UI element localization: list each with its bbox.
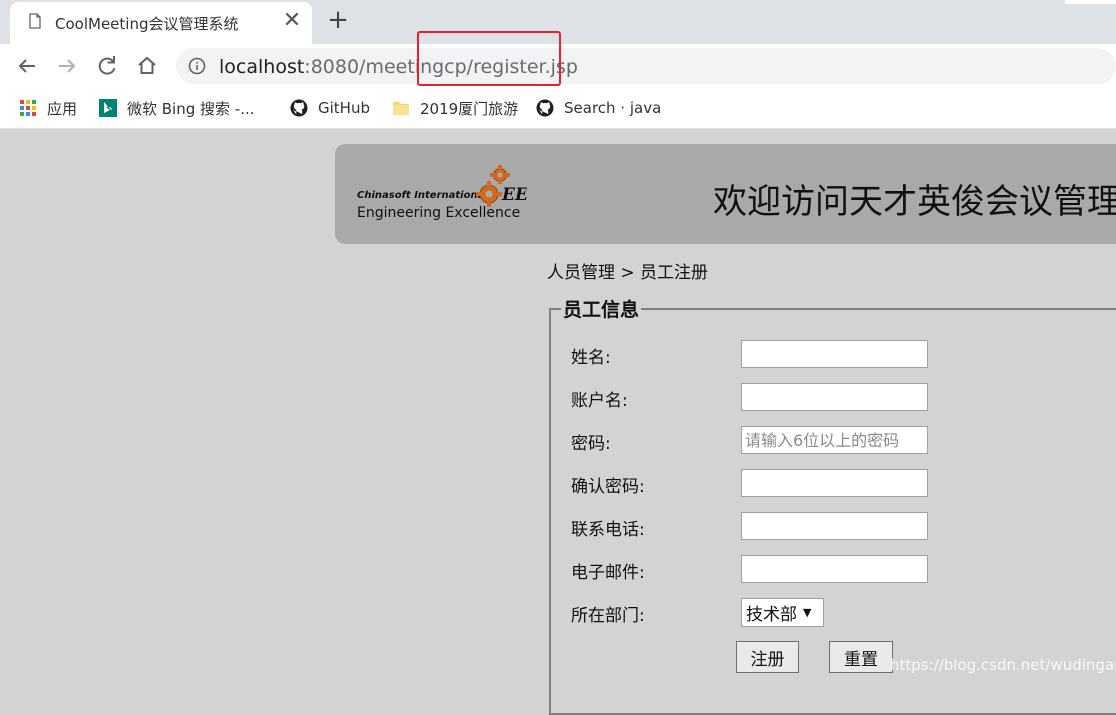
dropdown-arrow-icon: ▼ xyxy=(803,606,812,619)
info-icon[interactable] xyxy=(188,57,206,75)
bookmark-bing[interactable]: 微软 Bing 搜索 -... xyxy=(99,98,255,118)
apps-grid-icon xyxy=(20,100,36,116)
watermark-text: https://blog.csdn.net/wudingan xyxy=(890,656,1116,674)
breadcrumb: 人员管理 > 员工注册 xyxy=(547,263,709,283)
reload-icon[interactable] xyxy=(93,52,121,80)
bookmark-apps[interactable]: 应用 xyxy=(19,98,77,118)
name-label: 姓名: xyxy=(571,348,611,368)
logo-mark: EE xyxy=(501,185,527,205)
confirm-password-input[interactable] xyxy=(741,469,928,497)
github-icon xyxy=(290,99,308,117)
page-content: Chinasoft International Engineering Exce… xyxy=(0,130,1116,715)
password-input[interactable] xyxy=(741,426,928,454)
phone-input[interactable] xyxy=(741,512,928,540)
account-input[interactable] xyxy=(741,383,928,411)
bookmark-search-java[interactable]: Search · java xyxy=(536,98,661,118)
name-input[interactable] xyxy=(741,340,928,368)
company-logo: Chinasoft International Engineering Exce… xyxy=(357,164,527,224)
reset-button[interactable]: 重置 xyxy=(829,641,893,673)
bookmark-label: 应用 xyxy=(47,99,78,118)
address-bar[interactable]: localhost:8080/meetingcp/register.jsp xyxy=(176,48,1116,84)
page-icon xyxy=(29,13,41,29)
bookmark-label: 2019厦门旅游 xyxy=(420,99,519,118)
bookmark-label: Search · java xyxy=(564,99,662,117)
browser-tab[interactable]: CoolMeeting会议管理系统 ✕ xyxy=(10,2,312,44)
account-label: 账户名: xyxy=(571,391,628,411)
header-banner: Chinasoft International Engineering Exce… xyxy=(335,144,1116,244)
github-icon xyxy=(536,99,554,117)
department-select[interactable]: 技术部 ▼ xyxy=(741,598,824,627)
folder-icon xyxy=(393,102,409,115)
register-button[interactable]: 注册 xyxy=(736,641,799,673)
url-host: localhost xyxy=(219,56,305,78)
logo-text-line1: Chinasoft International xyxy=(357,190,488,201)
tab-title: CoolMeeting会议管理系统 xyxy=(55,15,239,33)
fieldset-legend: 员工信息 xyxy=(563,299,640,321)
forward-icon[interactable] xyxy=(53,52,81,80)
bookmark-label: GitHub xyxy=(318,99,370,117)
gear-logo-icon: EE xyxy=(476,165,527,207)
email-label: 电子邮件: xyxy=(571,563,645,583)
annotation-highlight-box xyxy=(417,31,561,86)
page-banner-title: 欢迎访问天才英俊会议管理 xyxy=(713,182,1116,222)
home-icon[interactable] xyxy=(133,52,161,80)
close-tab-icon[interactable]: ✕ xyxy=(280,9,304,33)
back-icon[interactable] xyxy=(13,52,41,80)
window-controls-area xyxy=(1065,0,1116,4)
phone-label: 联系电话: xyxy=(571,520,645,540)
bookmark-folder-xiamen[interactable]: 2019厦门旅游 xyxy=(392,98,518,118)
password-label: 密码: xyxy=(571,434,611,454)
bookmarks-bar: 应用 微软 Bing 搜索 -... GitHub 2019厦门旅游 Searc… xyxy=(0,88,1116,129)
new-tab-button[interactable]: + xyxy=(324,6,352,34)
confirm-password-label: 确认密码: xyxy=(571,477,645,497)
department-label: 所在部门: xyxy=(571,606,645,626)
email-input[interactable] xyxy=(741,555,928,583)
bookmark-github[interactable]: GitHub xyxy=(290,98,370,118)
bookmark-label: 微软 Bing 搜索 -... xyxy=(127,99,255,118)
bing-icon xyxy=(99,99,117,117)
department-selected-value: 技术部 xyxy=(746,605,797,625)
